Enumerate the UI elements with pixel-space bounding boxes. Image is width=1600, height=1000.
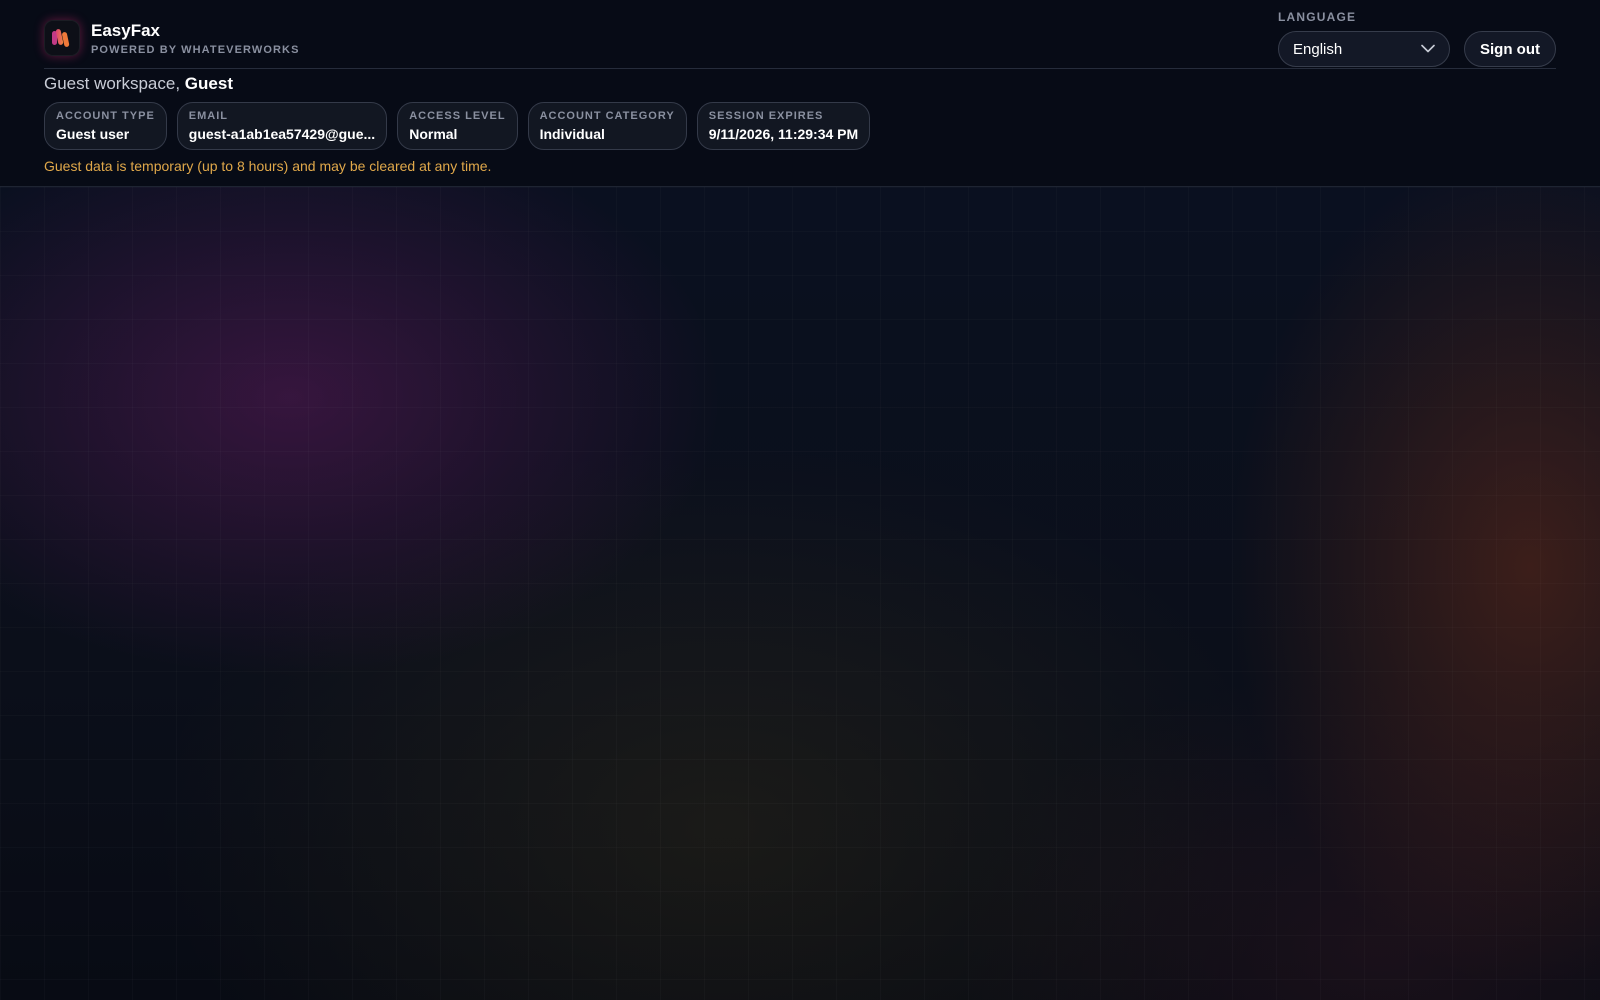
- email-chip: EMAIL guest-a1ab1ea57429@gue...: [176, 102, 388, 150]
- chip-value: 9/11/2026, 11:29:34 PM: [708, 126, 859, 142]
- guest-data-notice: Guest data is temporary (up to 8 hours) …: [44, 158, 492, 174]
- header-divider: [44, 68, 1556, 69]
- app-header: EasyFax POWERED BY WHATEVERWORKS LANGUAG…: [0, 0, 1600, 187]
- access-level-chip: ACCESS LEVEL Normal: [397, 102, 518, 150]
- language-selected-value: English: [1293, 40, 1343, 58]
- account-category-chip: ACCOUNT CATEGORY Individual: [527, 102, 687, 150]
- brand[interactable]: EasyFax POWERED BY WHATEVERWORKS: [44, 20, 300, 56]
- chip-label: ACCESS LEVEL: [409, 110, 506, 122]
- chip-label: SESSION EXPIRES: [708, 110, 824, 122]
- account-type-chip: ACCOUNT TYPE Guest user: [44, 102, 167, 150]
- welcome-prefix: Guest workspace,: [44, 74, 181, 93]
- chevron-down-icon: [1421, 40, 1435, 58]
- powered-by: POWERED BY WHATEVERWORKS: [91, 43, 300, 56]
- brand-logo-icon: [44, 20, 80, 56]
- chip-label: ACCOUNT TYPE: [56, 110, 155, 122]
- sign-out-button[interactable]: Sign out: [1464, 31, 1556, 67]
- session-expires-chip: SESSION EXPIRES 9/11/2026, 11:29:34 PM: [696, 102, 871, 150]
- chip-value: Individual: [539, 126, 605, 142]
- chip-value: guest-a1ab1ea57429@gue...: [188, 126, 376, 142]
- chip-value: Normal: [409, 126, 458, 142]
- background-grid: [0, 187, 1600, 1000]
- account-info-chips: ACCOUNT TYPE Guest user EMAIL guest-a1ab…: [44, 102, 871, 150]
- welcome-text: Guest workspace, Guest: [44, 73, 233, 95]
- language-select[interactable]: English: [1278, 31, 1450, 67]
- app-name: EasyFax: [91, 20, 160, 40]
- language-label: LANGUAGE: [1278, 10, 1357, 24]
- page: EasyFax POWERED BY WHATEVERWORKS LANGUAG…: [0, 0, 1600, 1000]
- chip-value: Guest user: [56, 126, 130, 142]
- chip-label: EMAIL: [188, 110, 229, 122]
- user-name: Guest: [184, 74, 233, 93]
- chip-label: ACCOUNT CATEGORY: [539, 110, 675, 122]
